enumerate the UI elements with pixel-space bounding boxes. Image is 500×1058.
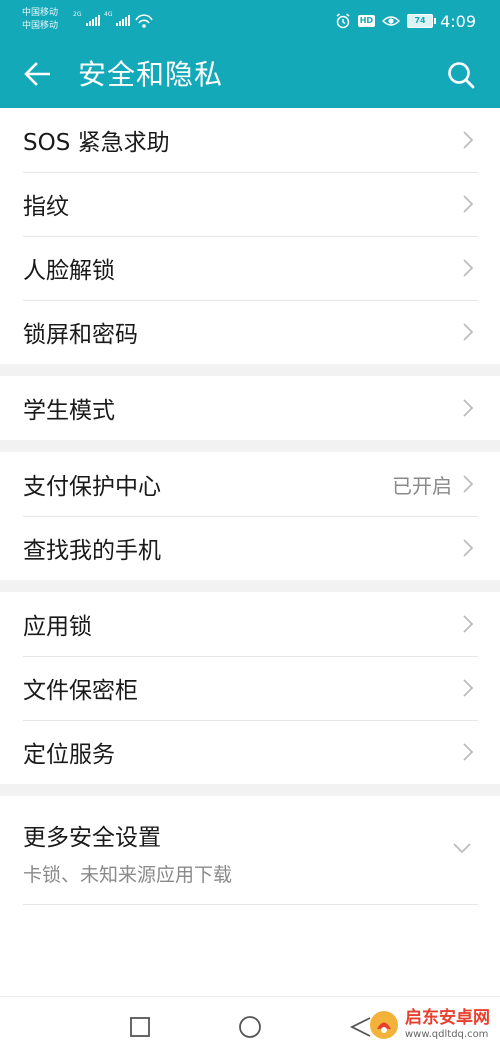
settings-item-value: 已开启 — [392, 473, 452, 498]
watermark-logo-icon — [370, 1011, 398, 1039]
settings-item-location[interactable]: 定位服务 — [0, 720, 500, 784]
eye-icon — [382, 16, 401, 26]
signal-icon — [116, 14, 130, 26]
wifi-icon — [135, 14, 153, 28]
settings-item-label: 更多安全设置 — [23, 824, 161, 851]
chevron-right-icon — [463, 539, 474, 557]
group-divider — [0, 784, 500, 796]
settings-group-1: SOS 紧急求助 指纹 人脸解锁 锁屏和密码 — [0, 108, 500, 364]
group-divider — [0, 440, 500, 452]
settings-item-subtitle: 卡锁、未知来源应用下载 — [23, 863, 233, 886]
arrow-left-icon[interactable] — [22, 58, 54, 90]
carrier-2: 中国移动 — [22, 21, 59, 31]
chevron-right-icon — [463, 323, 474, 341]
settings-item-label: 支付保护中心 — [23, 474, 161, 500]
settings-item-more-security[interactable]: 更多安全设置 卡锁、未知来源应用下载 — [0, 796, 500, 908]
chevron-right-icon — [463, 475, 474, 493]
recent-apps-icon[interactable] — [127, 1014, 153, 1040]
list-end-divider — [23, 904, 478, 905]
settings-group-2: 学生模式 — [0, 376, 500, 440]
settings-item-fingerprint[interactable]: 指纹 — [0, 172, 500, 236]
status-bar: 中国移动 中国移动 2G 4G HD 74 4:09 — [0, 0, 500, 40]
settings-item-label: 定位服务 — [23, 742, 115, 768]
carrier-1: 中国移动 — [22, 8, 59, 18]
settings-item-label: SOS 紧急求助 — [23, 130, 170, 156]
search-icon[interactable] — [446, 60, 476, 90]
settings-item-sos[interactable]: SOS 紧急求助 — [0, 108, 500, 172]
alarm-icon — [336, 13, 350, 29]
battery-icon: 74 — [407, 14, 437, 28]
watermark-url: www.qdltdq.com — [405, 1029, 489, 1040]
settings-list: SOS 紧急求助 指纹 人脸解锁 锁屏和密码 学生模式 支付保护中心 已开启 查… — [0, 108, 500, 908]
settings-item-label: 学生模式 — [23, 398, 115, 424]
chevron-right-icon — [463, 259, 474, 277]
chevron-down-icon — [453, 843, 471, 854]
chevron-right-icon — [463, 679, 474, 697]
settings-item-label: 文件保密柜 — [23, 678, 138, 704]
chevron-right-icon — [463, 131, 474, 149]
settings-item-face-unlock[interactable]: 人脸解锁 — [0, 236, 500, 300]
signal-icon — [86, 14, 100, 26]
settings-item-payment-protection[interactable]: 支付保护中心 已开启 — [0, 452, 500, 516]
network-type-1: 2G — [73, 11, 82, 18]
settings-group-3: 支付保护中心 已开启 查找我的手机 — [0, 452, 500, 580]
settings-item-label: 查找我的手机 — [23, 538, 161, 564]
chevron-right-icon — [463, 399, 474, 417]
status-time: 4:09 — [440, 11, 476, 31]
chevron-right-icon — [463, 743, 474, 761]
status-right: HD 74 4:09 — [335, 11, 476, 31]
page-title: 安全和隐私 — [78, 58, 224, 91]
settings-item-label: 锁屏和密码 — [23, 322, 138, 348]
watermark-name: 启东安卓网 — [405, 1008, 490, 1028]
network-type-2: 4G — [104, 11, 113, 18]
hd-badge: HD — [357, 15, 376, 27]
watermark: 启东安卓网 www.qdltdq.com — [369, 1010, 490, 1040]
group-divider — [0, 580, 500, 592]
home-icon[interactable] — [237, 1014, 263, 1040]
watermark-text: 启东安卓网 www.qdltdq.com — [405, 1010, 490, 1040]
app-header: 中国移动 中国移动 2G 4G HD 74 4:09 安全和隐私 — [0, 0, 500, 108]
settings-item-app-lock[interactable]: 应用锁 — [0, 592, 500, 656]
settings-item-find-my-phone[interactable]: 查找我的手机 — [0, 516, 500, 580]
settings-item-student-mode[interactable]: 学生模式 — [0, 376, 500, 440]
settings-item-file-safe[interactable]: 文件保密柜 — [0, 656, 500, 720]
settings-item-label: 指纹 — [23, 194, 69, 220]
settings-item-label: 应用锁 — [23, 614, 92, 640]
settings-item-lock-screen[interactable]: 锁屏和密码 — [0, 300, 500, 364]
settings-group-4: 应用锁 文件保密柜 定位服务 — [0, 592, 500, 784]
chevron-right-icon — [463, 195, 474, 213]
chevron-right-icon — [463, 615, 474, 633]
settings-item-label: 人脸解锁 — [23, 258, 115, 284]
group-divider — [0, 364, 500, 376]
